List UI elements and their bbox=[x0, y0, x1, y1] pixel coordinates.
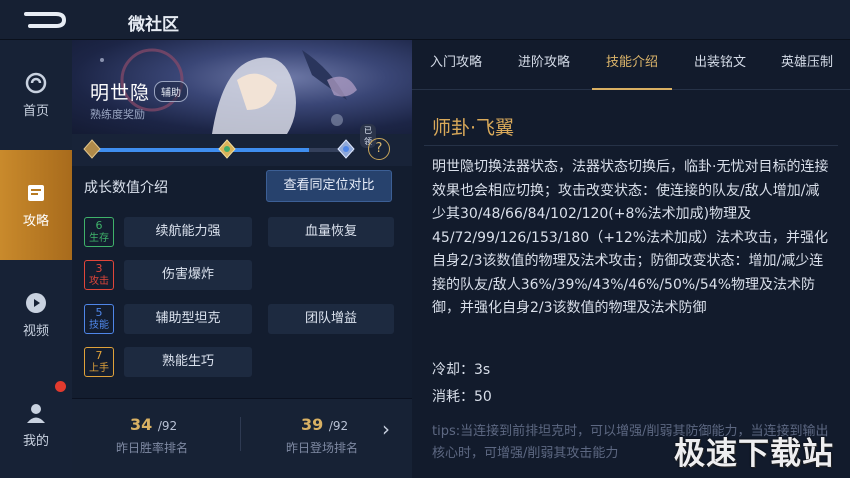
appearance-rank: 39 /92 bbox=[301, 415, 348, 434]
trait-tag[interactable]: 伤害爆炸 bbox=[124, 260, 252, 290]
tab-bar: 入门攻略 进阶攻略 技能介绍 出装铭文 英雄压制 bbox=[412, 40, 850, 90]
play-icon bbox=[26, 292, 46, 313]
skill-name: 师卦·飞翼 bbox=[432, 117, 515, 139]
tab-counter[interactable]: 英雄压制 bbox=[764, 40, 850, 90]
hero-panel: 明世隐 辅助 熟练度奖励 已领 ? 成长数值介绍 查看同定位对比 6 生存 3 … bbox=[72, 40, 412, 478]
trait-tag[interactable]: 团队增益 bbox=[268, 304, 394, 334]
rank-area[interactable]: 34 /92 昨日胜率排名 39 /92 昨日登场排名 › bbox=[72, 398, 412, 478]
stat-ease: 7 上手 bbox=[84, 347, 114, 377]
rank-value: 39 bbox=[301, 415, 324, 434]
trait-tag[interactable]: 续航能力强 bbox=[124, 217, 252, 247]
back-arrow-icon[interactable] bbox=[20, 6, 72, 34]
hero-name: 明世隐 bbox=[90, 82, 151, 104]
win-rate-rank: 34 /92 bbox=[130, 415, 177, 434]
tab-equipment[interactable]: 出装铭文 bbox=[676, 40, 764, 90]
top-bar: 微社区 bbox=[0, 0, 850, 40]
sidebar-item-label: 我的 bbox=[22, 433, 49, 449]
gold-medal-icon bbox=[218, 139, 236, 159]
stat-attack: 3 攻击 bbox=[84, 260, 114, 290]
gold-medal-wrap[interactable]: 已领 bbox=[217, 124, 376, 159]
sidebar-item-label: 视频 bbox=[22, 323, 49, 339]
sidebar-item-label: 攻略 bbox=[22, 213, 49, 229]
proficiency-progress: 已领 ? bbox=[72, 124, 412, 166]
user-icon bbox=[27, 403, 45, 423]
chevron-right-icon[interactable]: › bbox=[382, 417, 390, 441]
rank-total: /92 bbox=[328, 419, 349, 433]
proficiency-reward-label: 熟练度奖励 bbox=[90, 108, 145, 121]
trait-tag[interactable]: 血量恢复 bbox=[268, 217, 394, 247]
progress-fill bbox=[92, 148, 310, 152]
skill-cost: 消耗：50 bbox=[432, 389, 492, 405]
stat-value: 3 bbox=[95, 262, 103, 275]
hero-banner: 明世隐 辅助 熟练度奖励 bbox=[72, 40, 412, 134]
tab-beginner-guide[interactable]: 入门攻略 bbox=[412, 40, 500, 90]
growth-title: 成长数值介绍 bbox=[84, 180, 168, 196]
guide-icon bbox=[28, 184, 44, 201]
stat-value: 6 bbox=[95, 219, 103, 232]
divider bbox=[424, 145, 838, 146]
stat-label: 生存 bbox=[89, 233, 109, 244]
sidebar-item-label: 首页 bbox=[22, 103, 49, 119]
compare-same-role-button[interactable]: 查看同定位对比 bbox=[266, 170, 392, 202]
sidebar-item-video[interactable]: 视频 bbox=[0, 260, 72, 370]
stat-value: 5 bbox=[95, 306, 103, 319]
stat-label: 上手 bbox=[89, 363, 109, 374]
page-title: 微社区 bbox=[128, 15, 179, 35]
skill-cooldown: 冷却：3s bbox=[432, 362, 491, 378]
notification-dot bbox=[55, 381, 66, 392]
trait-tag[interactable]: 辅助型坦克 bbox=[124, 304, 252, 334]
stat-label: 技能 bbox=[89, 320, 109, 331]
skill-panel: 入门攻略 进阶攻略 技能介绍 出装铭文 英雄压制 师卦·飞翼 明世隐切换法器状态… bbox=[412, 40, 850, 478]
stat-survival: 6 生存 bbox=[84, 217, 114, 247]
help-button[interactable]: ? bbox=[368, 138, 390, 160]
app-root: 微社区 首页 攻略 视频 我的 明世隐 辅助 熟练度奖励 已领 ? 成长数值介绍… bbox=[0, 0, 850, 478]
stat-value: 7 bbox=[95, 349, 103, 362]
stat-label: 攻击 bbox=[89, 276, 109, 287]
sidebar-item-home[interactable]: 首页 bbox=[0, 40, 72, 150]
bronze-medal-icon[interactable] bbox=[82, 139, 102, 159]
sidebar: 首页 攻略 视频 我的 bbox=[0, 40, 72, 478]
rank-value: 34 bbox=[130, 415, 153, 434]
sidebar-item-guide[interactable]: 攻略 bbox=[0, 150, 72, 260]
rank-divider bbox=[240, 417, 241, 451]
active-tab-indicator bbox=[592, 88, 672, 90]
tab-advanced-guide[interactable]: 进阶攻略 bbox=[500, 40, 588, 90]
hero-role-badge: 辅助 bbox=[154, 81, 188, 102]
tab-skill-intro[interactable]: 技能介绍 bbox=[588, 40, 676, 90]
home-icon bbox=[25, 72, 47, 93]
win-rate-rank-label: 昨日胜率排名 bbox=[116, 441, 189, 455]
trait-tag[interactable]: 熟能生巧 bbox=[124, 347, 252, 377]
diamond-medal-icon[interactable] bbox=[336, 139, 356, 159]
rank-total: /92 bbox=[157, 419, 178, 433]
stat-skill: 5 技能 bbox=[84, 304, 114, 334]
appearance-rank-label: 昨日登场排名 bbox=[286, 441, 359, 455]
skill-description: 明世隐切换法器状态，法器状态切换后，临卦·无忧对目标的连接效果也会相应切换；攻击… bbox=[432, 159, 829, 316]
watermark: 极速下载站 bbox=[674, 436, 834, 472]
